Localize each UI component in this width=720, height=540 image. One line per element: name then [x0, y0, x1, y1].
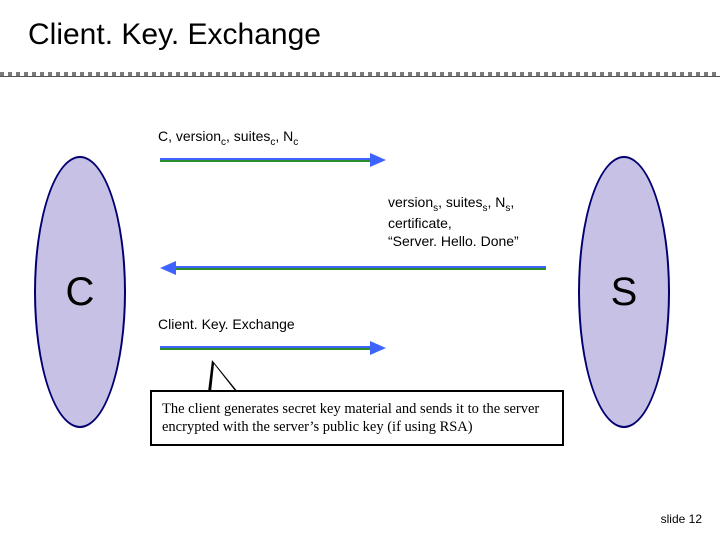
callout-pointer: [208, 360, 238, 392]
client-node-label: C: [66, 270, 95, 315]
server-node: S: [578, 156, 670, 428]
msg1-arrow-head: [370, 153, 386, 167]
callout-box: The client generates secret key material…: [150, 390, 564, 446]
server-node-label: S: [611, 270, 638, 315]
msg3-arrow: [160, 346, 370, 350]
msg2-label: versions, suitess, Ns,certificate,“Serve…: [388, 194, 576, 250]
msg3-arrow-head: [370, 341, 386, 355]
msg2-arrow-head: [160, 261, 176, 275]
msg3-label: Client. Key. Exchange: [158, 316, 295, 334]
msg1-arrow: [160, 158, 370, 162]
slide-title: Client. Key. Exchange: [28, 18, 321, 52]
msg2-arrow: [176, 266, 546, 270]
callout-text: The client generates secret key material…: [162, 401, 539, 435]
client-node: C: [34, 156, 126, 428]
title-divider: [0, 72, 720, 77]
slide-number: slide 12: [661, 512, 702, 526]
msg1-label: C, versionc, suitesc, Nc: [158, 128, 298, 149]
